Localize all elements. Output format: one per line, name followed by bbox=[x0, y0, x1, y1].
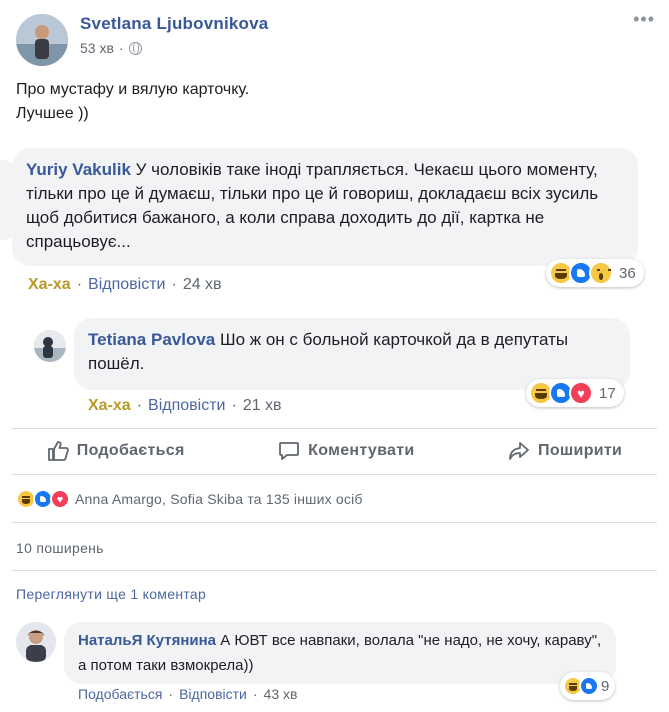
thumbs-up-icon bbox=[47, 440, 69, 462]
reaction-names[interactable]: Anna Amargo, Sofia Skiba та 135 інших ос… bbox=[75, 491, 363, 507]
comment-actions: Ха-ха · Відповісти · 24 хв bbox=[28, 276, 222, 294]
globe-icon bbox=[128, 41, 142, 55]
comment-reactions[interactable]: 36 bbox=[546, 259, 644, 287]
author-avatar[interactable] bbox=[16, 14, 68, 66]
separator: · bbox=[136, 397, 143, 414]
like-label: Подобається bbox=[76, 442, 185, 459]
reaction-link[interactable]: Ха-ха bbox=[88, 397, 131, 415]
reaction-count: 36 bbox=[619, 264, 636, 282]
post-action-bar: Подобається Коментувати Поширити bbox=[0, 432, 669, 470]
divider bbox=[12, 428, 657, 429]
comment-bubble: Yuriy Vakulik У чоловіків таке іноді тра… bbox=[12, 148, 638, 266]
divider bbox=[12, 474, 657, 475]
comment-actions: Ха-ха · Відповісти · 21 хв bbox=[88, 397, 282, 415]
commenter-avatar[interactable] bbox=[16, 622, 56, 662]
commenter-name[interactable]: Yuriy Vakulik bbox=[26, 160, 131, 179]
reaction-summary[interactable]: Anna Amargo, Sofia Skiba та 135 інших ос… bbox=[16, 489, 363, 509]
separator: · bbox=[171, 276, 177, 293]
share-count[interactable]: 10 поширень bbox=[16, 540, 104, 556]
divider bbox=[12, 570, 657, 571]
separator: · bbox=[76, 276, 83, 293]
post-time[interactable]: 53 хв bbox=[80, 40, 114, 56]
post-text: Про мустафу и вялую карточку. Лучшее )) bbox=[16, 78, 249, 126]
reply-link[interactable]: Відповісти bbox=[148, 397, 225, 415]
comment-label: Коментувати bbox=[308, 442, 415, 459]
love-reaction-icon bbox=[50, 489, 70, 509]
view-more-comments-link[interactable]: Переглянути ще 1 коментар bbox=[16, 586, 206, 602]
commenter-name[interactable]: Tetiana Pavlova bbox=[88, 330, 215, 349]
comment-time[interactable]: 21 хв bbox=[243, 397, 282, 415]
reaction-count: 9 bbox=[601, 677, 610, 695]
comment-time[interactable]: 43 хв bbox=[264, 686, 298, 702]
post-meta: 53 хв · bbox=[80, 40, 142, 56]
speech-bubble-icon bbox=[278, 440, 300, 462]
share-button[interactable]: Поширити bbox=[508, 440, 622, 462]
like-button[interactable]: Подобається bbox=[47, 440, 185, 462]
comment-actions: Подобається · Відповісти · 43 хв bbox=[78, 686, 297, 702]
separator: · bbox=[231, 397, 237, 414]
like-reaction-icon bbox=[579, 676, 599, 696]
separator: · bbox=[168, 686, 174, 702]
wow-reaction-icon bbox=[589, 261, 613, 285]
commenter-avatar[interactable] bbox=[34, 330, 66, 362]
reply-link[interactable]: Відповісти bbox=[88, 276, 165, 294]
share-arrow-icon bbox=[508, 440, 530, 462]
post-author-name[interactable]: Svetlana Ljubovnikova bbox=[80, 14, 268, 34]
comment-time[interactable]: 24 хв bbox=[183, 276, 222, 294]
reaction-count: 17 bbox=[599, 384, 616, 402]
meta-separator: · bbox=[118, 40, 124, 56]
commenter-name[interactable]: НатальЯ Кутянина bbox=[78, 632, 216, 649]
post-text-line: Про мустафу и вялую карточку. bbox=[16, 81, 250, 98]
reaction-link[interactable]: Ха-ха bbox=[28, 276, 71, 294]
comment-reactions[interactable]: 17 bbox=[526, 379, 624, 407]
separator: · bbox=[252, 686, 258, 702]
more-options-icon[interactable]: ••• bbox=[633, 10, 655, 28]
divider bbox=[12, 522, 657, 523]
like-link[interactable]: Подобається bbox=[78, 686, 162, 702]
post-text-line: Лучшее )) bbox=[16, 105, 89, 122]
comment-bubble: НатальЯ Кутянина А ЮВТ все навпаки, вола… bbox=[64, 622, 616, 684]
comment-button[interactable]: Коментувати bbox=[278, 440, 414, 462]
comment-reactions[interactable]: 9 bbox=[560, 672, 616, 700]
reply-link[interactable]: Відповісти bbox=[179, 686, 247, 702]
share-label: Поширити bbox=[538, 442, 623, 459]
love-reaction-icon bbox=[569, 381, 593, 405]
